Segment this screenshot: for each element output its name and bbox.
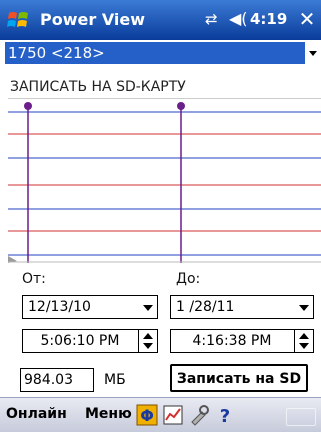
chevron-down-icon[interactable] [299,305,309,311]
to-label: До: [176,271,201,287]
spin-buttons[interactable] [294,330,313,352]
volume-icon[interactable]: ◀( [229,9,248,28]
chevron-down-icon[interactable] [305,42,321,64]
windows-start-icon[interactable] [6,8,30,32]
from-label: От: [22,271,46,287]
tools-icon[interactable] [188,404,210,426]
close-button[interactable]: ✕ [296,6,318,32]
to-date-select[interactable]: 1 /28/11 [170,295,314,319]
device-select[interactable]: 1750 <218> [5,42,321,64]
power-view-icon[interactable]: Φ [136,404,158,426]
keyboard-icon[interactable] [286,408,316,426]
to-time-value: 4:16:38 PM [192,333,272,349]
svg-text:?: ? [220,406,230,426]
menu-softkey[interactable]: Меню [85,406,132,422]
chevron-down-icon[interactable] [143,305,153,311]
size-field[interactable]: 984.03 [20,368,94,392]
spin-down-icon[interactable] [299,343,309,349]
device-select-value: 1750 <218> [8,44,105,62]
size-unit-label: МБ [104,372,126,388]
spin-up-icon[interactable] [143,333,153,339]
svg-text:Φ: Φ [140,406,154,425]
spin-up-icon[interactable] [299,333,309,339]
from-date-select[interactable]: 12/13/10 [22,295,158,319]
timeline-chart[interactable] [8,98,321,263]
to-time-stepper[interactable]: 4:16:38 PM [170,329,314,353]
spin-down-icon[interactable] [143,343,153,349]
from-time-stepper[interactable]: 5:06:10 PM [22,329,158,353]
write-to-sd-button[interactable]: Записать на SD [170,364,308,392]
chart-icon[interactable] [162,404,184,426]
clock[interactable]: 4:19 [250,10,287,28]
from-date-value: 12/13/10 [28,299,91,315]
app-title: Power View [40,10,146,29]
online-softkey[interactable]: Онлайн [6,406,67,422]
marker-from-handle [24,102,32,110]
connectivity-icon[interactable]: ⇄ [205,10,218,28]
title-bar: Power View ⇄ ◀( 4:19 ✕ [0,0,321,40]
from-time-value: 5:06:10 PM [40,333,120,349]
to-date-value: 1 /28/11 [176,299,235,315]
sd-card-label: ЗАПИСАТЬ НА SD-КАРТУ [10,79,186,95]
marker-to-handle [177,102,185,110]
menu-bar: Онлайн Меню Φ ? [0,397,321,432]
spin-buttons[interactable] [138,330,157,352]
help-icon[interactable]: ? [214,404,236,426]
